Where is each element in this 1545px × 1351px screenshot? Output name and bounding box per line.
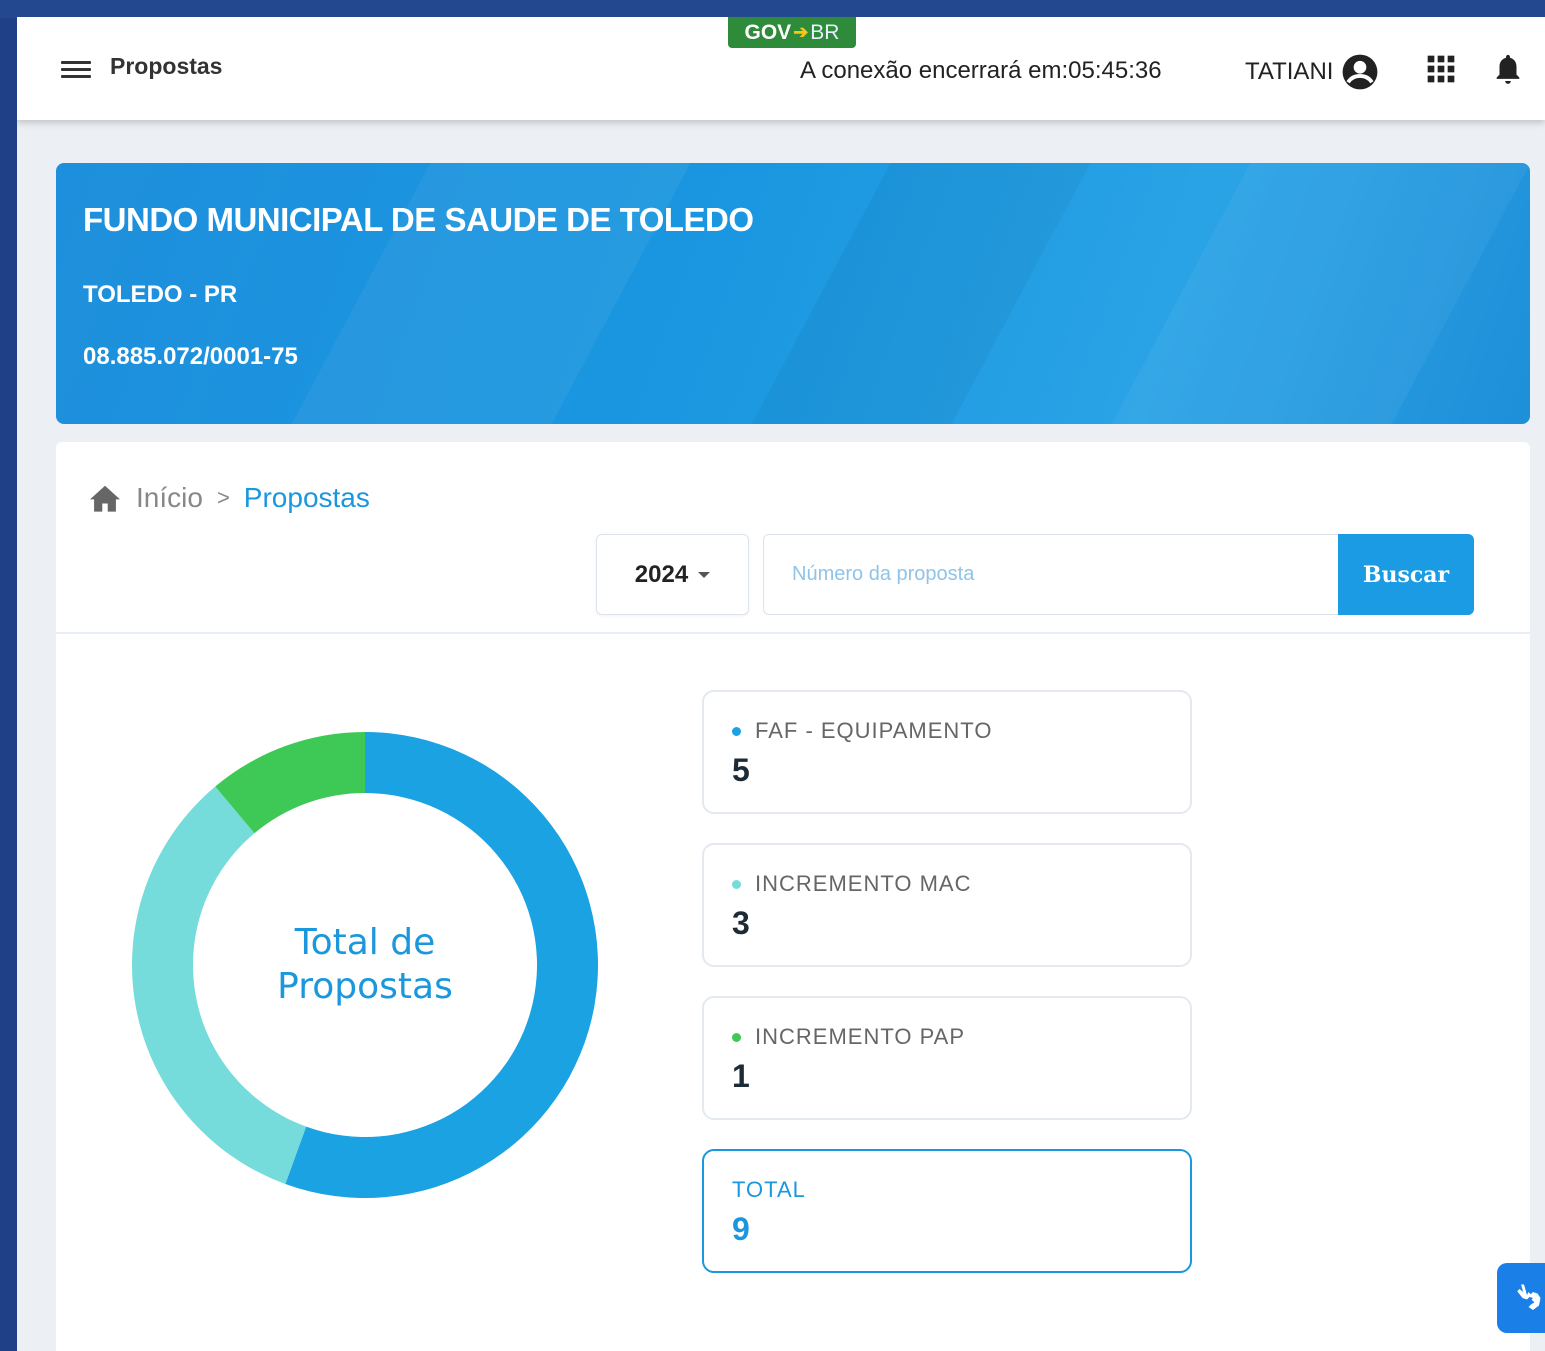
year-select[interactable]: 2024 (596, 534, 749, 615)
donut-center-label: Total de Propostas (132, 732, 598, 1198)
bell-icon[interactable] (1491, 51, 1525, 91)
govbr-logo[interactable]: GOV ➔ BR (728, 17, 856, 48)
year-select-value: 2024 (634, 560, 689, 588)
stat-card-faf-equipamento[interactable]: FAF - EQUIPAMENTO 5 (702, 690, 1192, 814)
stat-label-row: INCREMENTO PAP (732, 1024, 965, 1050)
breadcrumb: Início > Propostas (88, 482, 370, 514)
stat-label-row: FAF - EQUIPAMENTO (732, 718, 992, 744)
account-circle-icon (1343, 54, 1378, 90)
total-value: 9 (732, 1211, 750, 1247)
app-page: Propostas GOV ➔ BR A conexão encerrará e… (17, 17, 1545, 1351)
total-label: TOTAL (732, 1177, 806, 1202)
stat-label: INCREMENTO PAP (755, 1024, 965, 1049)
entity-cnpj: 08.885.072/0001-75 (83, 343, 298, 370)
donut-center-line1: Total de (294, 922, 436, 963)
entity-name: FUNDO MUNICIPAL DE SAUDE DE TOLEDO (83, 201, 754, 238)
proposals-card: Início > Propostas 2024 Buscar Total de … (56, 442, 1530, 1351)
stat-label-row: INCREMENTO MAC (732, 871, 972, 897)
stat-value: 1 (732, 1058, 750, 1094)
breadcrumb-current: Propostas (243, 482, 370, 513)
vlibras-hands-icon[interactable] (1497, 1263, 1545, 1333)
stat-value: 3 (732, 905, 750, 941)
hamburger-icon[interactable] (61, 57, 95, 83)
app-title: Propostas (110, 53, 223, 79)
breadcrumb-separator: > (216, 485, 230, 510)
user-menu[interactable]: TATIANI (1245, 53, 1379, 91)
stat-card-incremento-mac[interactable]: INCREMENTO MAC 3 (702, 843, 1192, 967)
stat-card-total[interactable]: TOTAL 9 (702, 1149, 1192, 1273)
govbr-gov-text: GOV (744, 20, 792, 44)
govbr-arrow-icon: ➔ (793, 22, 809, 42)
breadcrumb-home[interactable]: Início (136, 482, 203, 514)
session-timer: A conexão encerrará em:05:45:36 (800, 57, 1162, 84)
outer-frame (0, 0, 1545, 18)
stat-label: INCREMENTO MAC (755, 871, 972, 896)
user-name: TATIANI (1245, 58, 1334, 85)
entity-city: TOLEDO - PR (83, 281, 238, 308)
legend-dot (732, 879, 741, 889)
stat-label: FAF - EQUIPAMENTO (755, 718, 993, 743)
home-icon[interactable] (88, 483, 122, 513)
entity-banner: FUNDO MUNICIPAL DE SAUDE DE TOLEDO TOLED… (56, 163, 1530, 424)
top-bar: Propostas GOV ➔ BR A conexão encerrará e… (17, 17, 1545, 120)
stat-label-row: TOTAL (732, 1177, 806, 1203)
stat-value: 5 (732, 752, 750, 788)
divider (56, 632, 1530, 634)
stat-card-incremento-pap[interactable]: INCREMENTO PAP 1 (702, 996, 1192, 1120)
search-button[interactable]: Buscar (1338, 534, 1474, 615)
govbr-br-text: BR (810, 20, 840, 44)
chevron-down-icon (698, 571, 711, 578)
legend-dot (732, 726, 741, 736)
apps-grid-icon[interactable] (1425, 53, 1457, 89)
proposals-donut-chart: Total de Propostas (132, 732, 598, 1198)
legend-dot (732, 1032, 741, 1042)
donut-center-line2: Propostas (277, 966, 453, 1007)
proposal-number-input[interactable] (763, 534, 1340, 615)
